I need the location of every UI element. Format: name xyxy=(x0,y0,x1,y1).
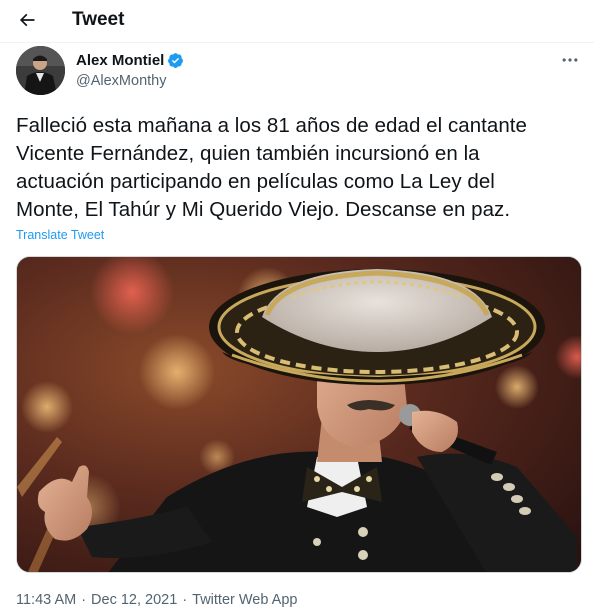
tweet-page: Tweet Alex Montiel @AlexMonthy Falleció … xyxy=(0,0,594,615)
tweet-text-line: actuación participando en películas como… xyxy=(16,170,495,193)
tweet-date[interactable]: Dec 12, 2021 xyxy=(91,590,177,610)
translate-tweet-link[interactable]: Translate Tweet xyxy=(16,227,104,243)
author-info[interactable]: Alex Montiel @AlexMonthy xyxy=(76,51,184,90)
tweet-photo[interactable] xyxy=(16,256,582,573)
tweet-time[interactable]: 11:43 AM xyxy=(16,590,76,610)
arrow-left-icon xyxy=(19,13,35,27)
verified-badge-icon xyxy=(168,53,184,68)
user-handle[interactable]: @AlexMonthy xyxy=(76,72,184,90)
more-options-button[interactable] xyxy=(558,50,582,70)
tweet-source-link[interactable]: Twitter Web App xyxy=(192,590,297,610)
photo-illustration xyxy=(17,257,581,572)
back-button[interactable] xyxy=(10,3,44,37)
page-title: Tweet xyxy=(72,9,125,30)
avatar[interactable] xyxy=(16,46,65,95)
display-name[interactable]: Alex Montiel xyxy=(76,51,164,70)
meta-separator: · xyxy=(182,592,188,608)
tweet-text-line: Falleció esta mañana a los 81 años de ed… xyxy=(16,114,527,137)
tweet-text-line: Vicente Fernández, quien también incursi… xyxy=(16,142,480,165)
tweet-text: Falleció esta mañana a los 81 años de ed… xyxy=(16,112,582,224)
meta-separator: · xyxy=(81,592,87,608)
top-bar: Tweet xyxy=(0,0,594,43)
tweet-text-line: Monte, El Tahúr y Mi Querido Viejo. Desc… xyxy=(16,198,511,221)
tweet-meta: 11:43 AM · Dec 12, 2021 · Twitter Web Ap… xyxy=(16,590,297,610)
more-horizontal-icon xyxy=(562,58,578,62)
